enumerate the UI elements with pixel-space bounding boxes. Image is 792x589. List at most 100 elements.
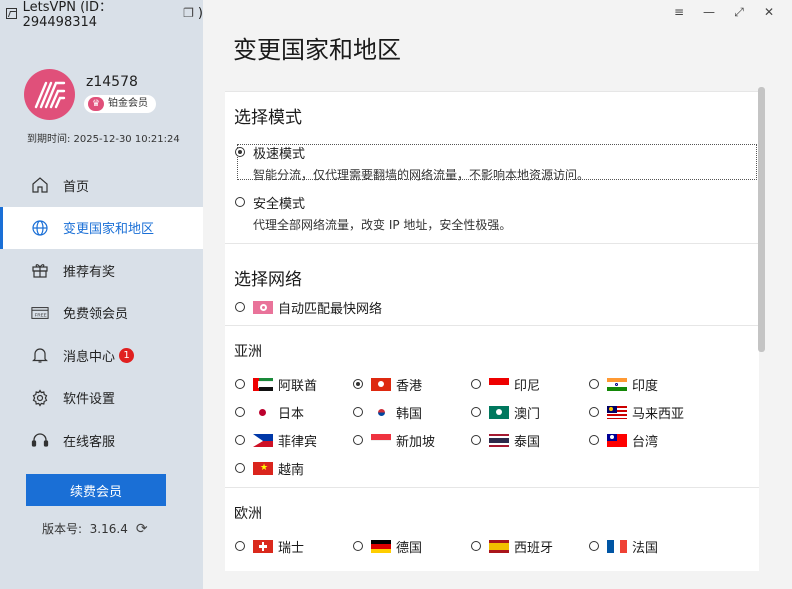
region-label: 日本 — [278, 406, 305, 422]
mode-desc-secure: 代理全部网络流量，改变 IP 地址，安全性极强。 — [253, 218, 512, 232]
region-label: 印尼 — [514, 378, 541, 394]
close-icon[interactable]: ✕ — [754, 2, 784, 22]
region-radio[interactable] — [471, 407, 481, 417]
region-option-vietnam[interactable]: ★ 越南 — [235, 460, 304, 478]
region-label: 台湾 — [632, 434, 659, 450]
divider — [225, 487, 759, 488]
restore-icon[interactable]: ⤢ — [724, 2, 754, 22]
main-panel: ≡ — ⤢ ✕ 变更国家和地区 选择模式 极速模式 智能分流，仅代理需要翻墙的网… — [203, 0, 792, 589]
region-option-philippines[interactable]: 菲律宾 — [235, 432, 317, 450]
region-radio[interactable] — [353, 435, 363, 445]
auto-network-option[interactable]: 自动匹配最快网络 — [235, 299, 382, 317]
app-logo-icon — [6, 7, 17, 19]
scrollbar-thumb[interactable] — [758, 87, 765, 352]
auto-network-radio[interactable] — [235, 302, 245, 312]
singapore-flag-icon — [371, 433, 391, 447]
sidebar-item-home[interactable]: 首页 — [0, 164, 203, 207]
headset-icon — [31, 431, 49, 449]
sidebar-item-bell[interactable]: 消息中心 1 — [0, 334, 203, 377]
uae-flag-icon — [253, 377, 273, 391]
region-radio[interactable] — [471, 379, 481, 389]
region-radio[interactable] — [235, 541, 245, 551]
region-option-singapore[interactable]: 新加坡 — [353, 432, 435, 450]
region-option-thailand[interactable]: 泰国 — [471, 432, 540, 450]
member-badge: ♛ 铂金会员 — [84, 95, 156, 113]
region-radio[interactable] — [353, 379, 363, 389]
gear-icon — [31, 389, 49, 407]
copy-icon[interactable]: ❐ — [183, 6, 194, 20]
region-option-germany[interactable]: 德国 — [353, 538, 422, 556]
region-option-india[interactable]: 印度 — [589, 376, 659, 394]
region-radio[interactable] — [235, 435, 245, 445]
region-radio[interactable] — [471, 435, 481, 445]
mode-radio-fast[interactable] — [235, 147, 245, 157]
refresh-icon[interactable]: ⟳ — [136, 521, 148, 537]
sidebar-item-gear[interactable]: 软件设置 — [0, 377, 203, 420]
sidebar-item-free-tag[interactable]: FREE 免费领会员 — [0, 292, 203, 335]
sidebar-item-label: 首页 — [63, 179, 90, 195]
region-option-japan[interactable]: 日本 — [235, 404, 305, 422]
region-label: 澳门 — [514, 406, 541, 422]
crown-icon: ♛ — [88, 97, 104, 111]
mode-radio-secure[interactable] — [235, 197, 245, 207]
region-option-france[interactable]: 法国 — [589, 538, 659, 556]
region-radio[interactable] — [353, 407, 363, 417]
region-option-uae[interactable]: 阿联酋 — [235, 376, 318, 394]
member-badge-label: 铂金会员 — [108, 98, 148, 109]
divider — [225, 325, 759, 326]
mode-label-fast[interactable]: 极速模式 — [253, 143, 305, 162]
germany-flag-icon — [371, 539, 391, 553]
region-label: 阿联酋 — [278, 378, 318, 394]
spain-flag-icon — [489, 539, 509, 553]
region-radio[interactable] — [353, 541, 363, 551]
region-radio[interactable] — [589, 541, 599, 551]
region-radio[interactable] — [589, 379, 599, 389]
home-icon — [31, 176, 49, 194]
region-label: 印度 — [632, 378, 659, 394]
network-section-title: 选择网络 — [234, 270, 302, 290]
korea-flag-icon — [371, 405, 391, 419]
region-label: 马来西亚 — [632, 406, 685, 422]
region-radio[interactable] — [471, 541, 481, 551]
india-flag-icon — [607, 377, 627, 391]
japan-flag-icon — [253, 405, 273, 419]
region-option-malaysia[interactable]: 马来西亚 — [589, 404, 685, 422]
region-option-macau[interactable]: 澳门 — [471, 404, 541, 422]
region-option-indonesia[interactable]: 印尼 — [471, 376, 541, 394]
menu-icon[interactable]: ≡ — [664, 2, 694, 22]
region-option-hong-kong[interactable]: 香港 — [353, 376, 422, 394]
settings-content: 选择模式 极速模式 智能分流，仅代理需要翻墙的网络流量，不影响本地资源访问。 安… — [225, 91, 759, 571]
sidebar-item-label: 免费领会员 — [63, 307, 129, 323]
region-radio[interactable] — [235, 407, 245, 417]
title-bar: LetsVPN (ID：294498314 ❐ ) — [6, 0, 203, 30]
region-radio[interactable] — [589, 435, 599, 445]
scrollbar[interactable] — [757, 87, 766, 567]
region-option-spain[interactable]: 西班牙 — [471, 538, 554, 556]
indonesia-flag-icon — [489, 377, 509, 391]
region-radio[interactable] — [589, 407, 599, 417]
switzerland-flag-icon — [253, 539, 273, 553]
version-label: 版本号: 3.16.4 — [42, 522, 128, 536]
svg-text:FREE: FREE — [35, 312, 47, 317]
region-radio[interactable] — [235, 463, 245, 473]
region-option-switzerland[interactable]: 瑞士 — [235, 538, 304, 556]
region-label: 西班牙 — [514, 540, 554, 556]
sidebar-item-globe[interactable]: 变更国家和地区 — [0, 206, 203, 249]
username: z14578 — [86, 74, 138, 90]
window-controls: ≡ — ⤢ ✕ — [664, 2, 784, 22]
region-radio[interactable] — [235, 379, 245, 389]
sidebar-item-label: 消息中心 — [63, 349, 116, 365]
free-tag-icon: FREE — [31, 304, 49, 322]
france-flag-icon — [607, 539, 627, 553]
renew-button[interactable]: 续费会员 — [26, 474, 166, 506]
region-label: 法国 — [632, 540, 659, 556]
minimize-icon[interactable]: — — [694, 2, 724, 22]
mode-label-secure[interactable]: 安全模式 — [253, 193, 305, 212]
globe-icon — [31, 219, 49, 237]
expire-time: 到期时间: 2025-12-30 10:21:24 — [27, 134, 180, 145]
region-option-taiwan[interactable]: 台湾 — [589, 432, 659, 450]
region-option-korea[interactable]: 韩国 — [353, 404, 422, 422]
sidebar-item-headset[interactable]: 在线客服 — [0, 419, 203, 462]
mode-section-title: 选择模式 — [234, 108, 302, 128]
sidebar-item-gift[interactable]: 推荐有奖 — [0, 249, 203, 292]
